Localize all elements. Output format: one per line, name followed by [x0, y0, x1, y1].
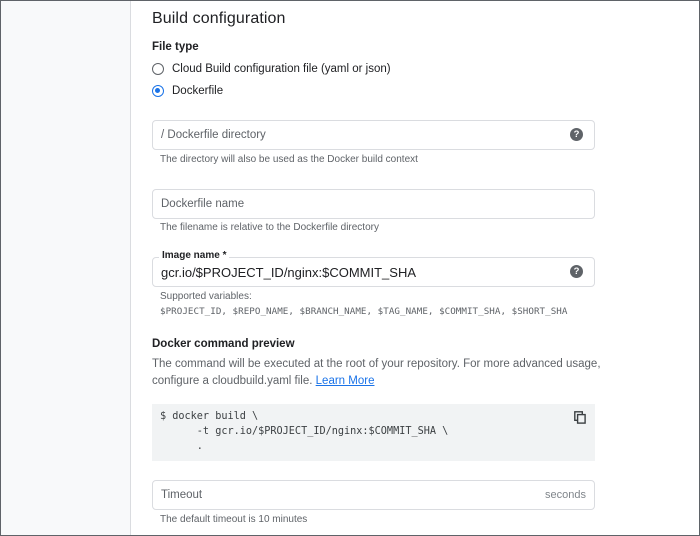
dockerfile-directory-input[interactable]: / Dockerfile directory ? — [152, 120, 595, 150]
timeout-unit-suffix: seconds — [545, 489, 586, 501]
radio-button-checked[interactable] — [152, 85, 164, 97]
dockerfile-name-hint: The filename is relative to the Dockerfi… — [160, 222, 379, 233]
help-icon[interactable]: ? — [570, 265, 583, 278]
page-frame: Build configuration File type Cloud Buil… — [0, 0, 700, 536]
radio-cloud-build-config[interactable]: Cloud Build configuration file (yaml or … — [152, 63, 391, 75]
docker-preview-description: The command will be executed at the root… — [152, 356, 612, 390]
code-line: . — [160, 441, 203, 452]
description-line-2: configure a cloudbuild.yaml file. Learn … — [152, 373, 612, 390]
docker-command-code-block: $ docker build \ -t gcr.io/$PROJECT_ID/n… — [152, 404, 595, 461]
dockerfile-name-placeholder: Dockerfile name — [161, 198, 245, 210]
code-line: -t gcr.io/$PROJECT_ID/nginx:$COMMIT_SHA … — [160, 426, 449, 437]
radio-label-dockerfile: Dockerfile — [172, 85, 224, 97]
timeout-placeholder: Timeout — [161, 489, 203, 501]
build-configuration-panel: Build configuration File type Cloud Buil… — [131, 1, 699, 535]
supported-variables-list: $PROJECT_ID, $REPO_NAME, $BRANCH_NAME, $… — [160, 306, 568, 317]
description-line-1: The command will be executed at the root… — [152, 358, 601, 370]
description-text: configure a cloudbuild.yaml file. — [152, 375, 313, 387]
radio-dockerfile[interactable]: Dockerfile — [152, 85, 223, 97]
dockerfile-directory-hint: The directory will also be used as the D… — [160, 154, 418, 165]
radio-label-cloud-build: Cloud Build configuration file (yaml or … — [172, 63, 391, 75]
timeout-input[interactable]: Timeout seconds — [152, 480, 595, 510]
learn-more-link[interactable]: Learn More — [316, 375, 375, 387]
dockerfile-name-input[interactable]: Dockerfile name — [152, 189, 595, 219]
supported-variables-title: Supported variables: — [160, 291, 252, 302]
help-icon[interactable]: ? — [570, 128, 583, 141]
dockerfile-directory-placeholder: / Dockerfile directory — [161, 129, 266, 141]
image-name-label: Image name * — [159, 250, 230, 261]
timeout-hint: The default timeout is 10 minutes — [160, 514, 308, 525]
radio-button-unchecked[interactable] — [152, 63, 164, 75]
copy-icon[interactable] — [574, 411, 586, 424]
file-type-label: File type — [152, 41, 199, 53]
section-title: Build configuration — [152, 10, 286, 27]
left-panel — [1, 1, 131, 535]
image-name-value: gcr.io/$PROJECT_ID/nginx:$COMMIT_SHA — [161, 265, 417, 280]
docker-preview-title: Docker command preview — [152, 338, 295, 350]
image-name-input[interactable]: Image name * gcr.io/$PROJECT_ID/nginx:$C… — [152, 250, 595, 287]
code-line: $ docker build \ — [160, 411, 259, 422]
